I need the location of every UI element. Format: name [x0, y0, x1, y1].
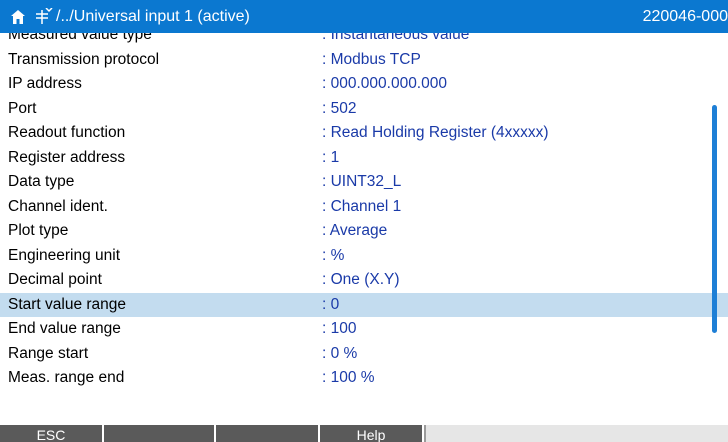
parameter-list[interactable]: Measured value type : Instantaneous value… [0, 33, 728, 425]
parameter-value: : Channel 1 [322, 197, 402, 215]
parameter-value: : 0 [322, 295, 340, 313]
parameter-row[interactable]: Meas. range end : 100 % [0, 366, 728, 391]
parameter-value: : Instantaneous value [322, 33, 470, 43]
home-icon[interactable] [11, 10, 25, 24]
parameter-value: : One (X.Y) [322, 271, 400, 288]
parameter-value: : 100 % [322, 369, 375, 386]
parameter-row[interactable]: Engineering unit : % [0, 244, 728, 269]
parameter-value: : Average [322, 222, 388, 239]
parameter-value: : 502 [322, 99, 357, 117]
parameter-row[interactable]: Range start : 0 % [0, 342, 728, 367]
softkey-bar: ESC Help [0, 425, 728, 442]
parameter-row[interactable]: Channel ident. : Channel 1 [0, 195, 728, 220]
parameter-row[interactable]: Decimal point : One (X.Y) [0, 268, 728, 293]
parameter-label: IP address [8, 75, 82, 92]
softkey-empty-area [424, 425, 728, 442]
parameter-row[interactable]: Plot type : Average [0, 219, 728, 244]
parameter-label: Channel ident. [8, 197, 108, 215]
parameter-label: Port [8, 99, 37, 117]
parameter-label: Meas. range end [8, 369, 125, 386]
parameter-label: Range start [8, 344, 89, 362]
parameter-row[interactable]: Register address : 1 [0, 146, 728, 171]
parameter-label: Decimal point [8, 271, 102, 288]
scrollbar[interactable] [712, 105, 717, 333]
parameter-row[interactable]: End value range : 100 [0, 317, 728, 342]
parameter-value: : % [322, 246, 345, 264]
softkey-3-button[interactable] [216, 425, 318, 442]
parameter-label: Plot type [8, 222, 69, 239]
title-bar: /../Universal input 1 (active) 220046-00… [0, 0, 728, 33]
parameter-label: Engineering unit [8, 246, 121, 264]
parameter-label: Transmission protocol [8, 50, 160, 68]
parameter-row[interactable]: Data type : UINT32_L [0, 170, 728, 195]
config-menu-icon [36, 8, 53, 24]
parameter-label: Start value range [8, 295, 127, 313]
parameter-label: Data type [8, 173, 75, 190]
parameter-row[interactable]: Start value range : 0 [0, 292, 728, 317]
parameter-row[interactable]: IP address : 000.000.000.000 [0, 72, 728, 97]
parameter-label: Register address [8, 148, 126, 166]
parameter-value: : 0 % [322, 344, 358, 362]
parameter-label: Readout function [8, 124, 126, 141]
softkey-2-button[interactable] [104, 425, 214, 442]
parameter-label: End value range [8, 320, 121, 337]
parameter-row[interactable]: Measured value type : Instantaneous value [0, 33, 728, 48]
parameter-value: : 100 [322, 320, 357, 337]
parameter-row[interactable]: Readout function : Read Holding Register … [0, 121, 728, 146]
parameter-value: : Read Holding Register (4xxxxx) [322, 124, 549, 141]
parameter-value: : Modbus TCP [322, 50, 421, 68]
device-id: 220046-000 [642, 8, 728, 25]
parameter-value: : 1 [322, 148, 340, 166]
parameter-value: : 000.000.000.000 [322, 75, 447, 92]
help-button[interactable]: Help [320, 425, 422, 442]
breadcrumb-path: /../Universal input 1 (active) [56, 8, 250, 25]
parameter-row[interactable]: Port : 502 [0, 97, 728, 122]
parameter-label: Measured value type [8, 33, 152, 43]
parameter-value: : UINT32_L [322, 173, 402, 190]
parameter-row[interactable]: Transmission protocol : Modbus TCP [0, 48, 728, 73]
esc-button[interactable]: ESC [0, 425, 102, 442]
